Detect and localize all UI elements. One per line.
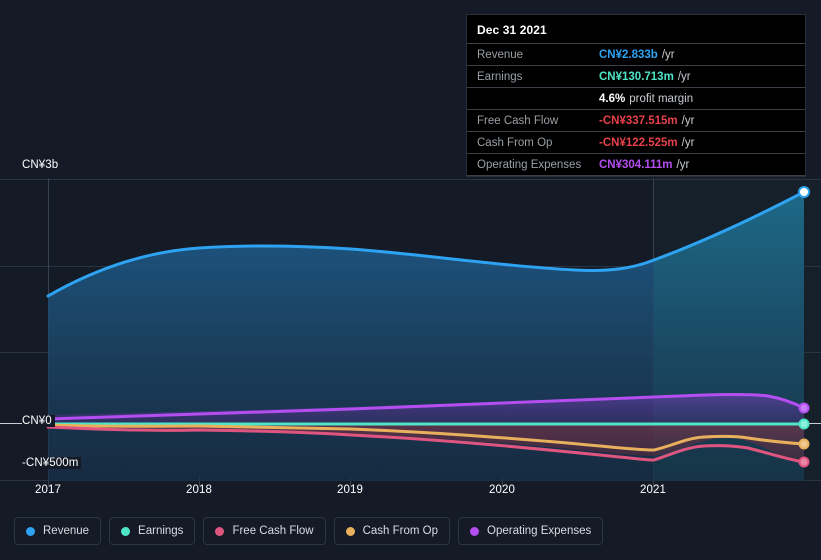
financial-chart: CN¥3b CN¥0 -CN¥500m 2017 2018 2019 2020 …	[0, 0, 821, 560]
tooltip-value-operating-expenses: CN¥304.111m	[599, 158, 673, 171]
legend-label-free-cash-flow: Free Cash Flow	[232, 525, 314, 537]
tooltip-key-revenue: Revenue	[477, 48, 524, 61]
endpoint-earnings	[798, 418, 810, 430]
tooltip-value-earnings: CN¥130.713m	[599, 70, 674, 83]
tooltip-key-earnings: Earnings	[477, 70, 523, 83]
tooltip-unit-free-cash-flow: /yr	[681, 114, 695, 127]
endpoint-revenue	[798, 186, 810, 198]
x-axis-label-2018: 2018	[186, 484, 212, 496]
x-axis-label-2021: 2021	[640, 484, 666, 496]
tooltip-key-cash-from-op: Cash From Op	[477, 136, 553, 149]
legend-label-cash-from-op: Cash From Op	[362, 525, 439, 537]
legend-label-revenue: Revenue	[43, 525, 90, 537]
x-axis-label-2020: 2020	[489, 484, 515, 496]
legend-label-earnings: Earnings	[138, 525, 184, 537]
x-axis-label-2019: 2019	[337, 484, 363, 496]
tooltip-row-earnings: Earnings CN¥130.713m /yr	[467, 65, 805, 87]
tooltip-unit-cash-from-op: /yr	[681, 136, 695, 149]
tooltip-row-cash-from-op: Cash From Op -CN¥122.525m /yr	[467, 131, 805, 153]
tooltip-value-free-cash-flow: -CN¥337.515m	[599, 114, 678, 127]
legend-dot-icon-free-cash-flow	[215, 526, 225, 536]
legend-dot-icon-cash-from-op	[345, 526, 355, 536]
legend-item-earnings[interactable]: Earnings	[109, 517, 196, 545]
tooltip-row-revenue: Revenue CN¥2.833b /yr	[467, 43, 805, 65]
tooltip-row-free-cash-flow: Free Cash Flow -CN¥337.515m /yr	[467, 109, 805, 131]
tooltip-unit-earnings: /yr	[677, 70, 691, 83]
chart-legend: Revenue Earnings Free Cash Flow Cash Fro…	[14, 517, 604, 545]
tooltip-key-free-cash-flow: Free Cash Flow	[477, 114, 559, 127]
endpoint-cash-from-op	[798, 438, 810, 450]
data-tooltip: Dec 31 2021 Revenue CN¥2.833b /yr Earnin…	[466, 14, 806, 177]
tooltip-row-operating-expenses: Operating Expenses CN¥304.111m /yr	[467, 153, 805, 176]
legend-item-cash-from-op[interactable]: Cash From Op	[333, 517, 451, 545]
tooltip-row-profit-margin: 4.6% profit margin	[467, 87, 805, 109]
tooltip-value-cash-from-op: -CN¥122.525m	[599, 136, 678, 149]
legend-dot-icon-earnings	[121, 526, 131, 536]
endpoint-free-cash-flow	[798, 456, 810, 468]
legend-label-operating-expenses: Operating Expenses	[487, 525, 592, 537]
endpoint-operating-expenses	[798, 402, 810, 414]
y-axis-label-top: CN¥3b	[22, 159, 62, 171]
legend-item-revenue[interactable]: Revenue	[14, 517, 102, 545]
y-axis-label-bottom: -CN¥500m	[22, 457, 82, 469]
tooltip-unit-operating-expenses: /yr	[676, 158, 690, 171]
tooltip-unit-profit-margin: profit margin	[629, 92, 694, 105]
tooltip-value-revenue: CN¥2.833b	[599, 48, 658, 61]
tooltip-key-operating-expenses: Operating Expenses	[477, 158, 582, 171]
legend-item-free-cash-flow[interactable]: Free Cash Flow	[203, 517, 326, 545]
y-axis-label-zero: CN¥0	[22, 415, 55, 427]
tooltip-value-profit-margin: 4.6%	[599, 92, 626, 105]
legend-item-operating-expenses[interactable]: Operating Expenses	[458, 517, 604, 545]
legend-dot-icon-operating-expenses	[470, 526, 480, 536]
tooltip-unit-revenue: /yr	[661, 48, 675, 61]
x-axis-label-2017: 2017	[35, 484, 61, 496]
legend-dot-icon-revenue	[26, 526, 35, 536]
tooltip-title: Dec 31 2021	[477, 23, 547, 37]
